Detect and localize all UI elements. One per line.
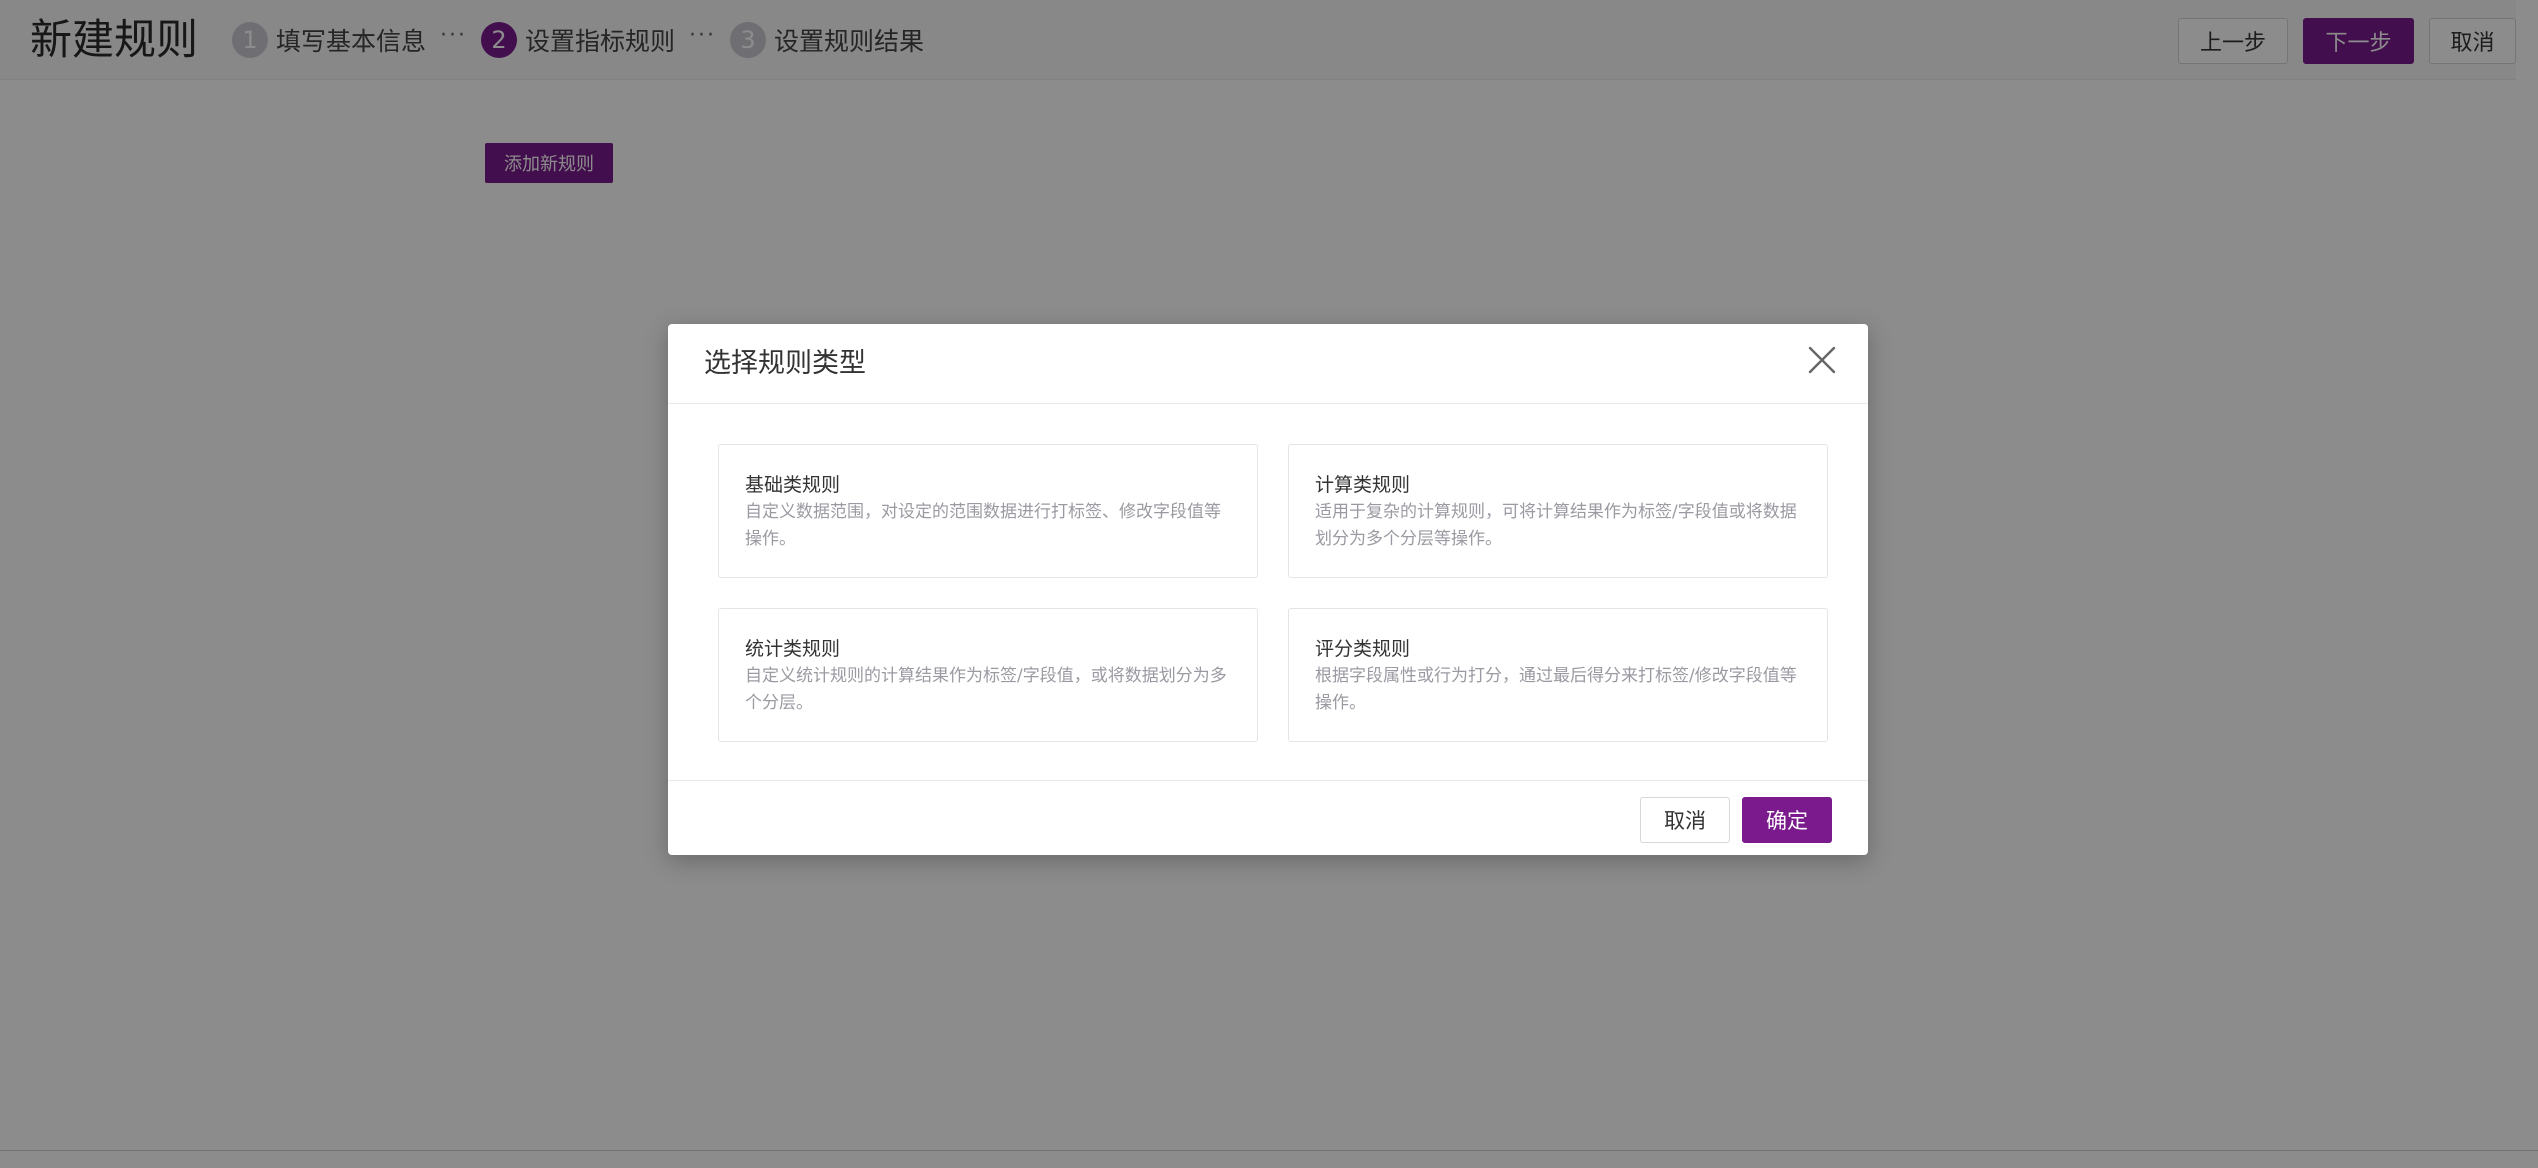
- modal-title: 选择规则类型: [704, 348, 866, 379]
- rule-type-card-basic[interactable]: 基础类规则 自定义数据范围，对设定的范围数据进行打标签、修改字段值等操作。: [718, 444, 1258, 578]
- card-title: 计算类规则: [1315, 474, 1411, 496]
- rule-type-card-statistics[interactable]: 统计类规则 自定义统计规则的计算结果作为标签/字段值，或将数据划分为多个分层。: [718, 608, 1258, 742]
- card-description: 根据字段属性或行为打分，通过最后得分来打标签/修改字段值等操作。: [1315, 666, 1797, 713]
- rule-type-card-scoring[interactable]: 评分类规则 根据字段属性或行为打分，通过最后得分来打标签/修改字段值等操作。: [1288, 608, 1828, 742]
- card-description: 自定义数据范围，对设定的范围数据进行打标签、修改字段值等操作。: [745, 502, 1221, 549]
- modal-header: 选择规则类型: [668, 324, 1868, 404]
- modal-footer: 取消 确定: [668, 780, 1868, 855]
- modal-confirm-button[interactable]: 确定: [1742, 797, 1832, 843]
- rule-type-card-calculation[interactable]: 计算类规则 适用于复杂的计算规则，可将计算结果作为标签/字段值或将数据划分为多个…: [1288, 444, 1828, 578]
- modal-body: 基础类规则 自定义数据范围，对设定的范围数据进行打标签、修改字段值等操作。 计算…: [668, 404, 1868, 760]
- card-description: 适用于复杂的计算规则，可将计算结果作为标签/字段值或将数据划分为多个分层等操作。: [1315, 502, 1797, 549]
- card-title: 基础类规则: [745, 474, 841, 496]
- page: 新建规则 1 填写基本信息 ··· 2 设置指标规则 ··· 3 设置规则结果 …: [0, 0, 2538, 1168]
- rule-type-modal: 选择规则类型 基础类规则 自定义数据范围，对设定的范围数据进行打标签、修改字段值…: [668, 324, 1868, 855]
- card-description: 自定义统计规则的计算结果作为标签/字段值，或将数据划分为多个分层。: [745, 666, 1227, 713]
- card-title: 评分类规则: [1315, 638, 1411, 660]
- close-icon[interactable]: [1804, 342, 1840, 378]
- card-title: 统计类规则: [745, 638, 841, 660]
- modal-cancel-button[interactable]: 取消: [1640, 797, 1730, 843]
